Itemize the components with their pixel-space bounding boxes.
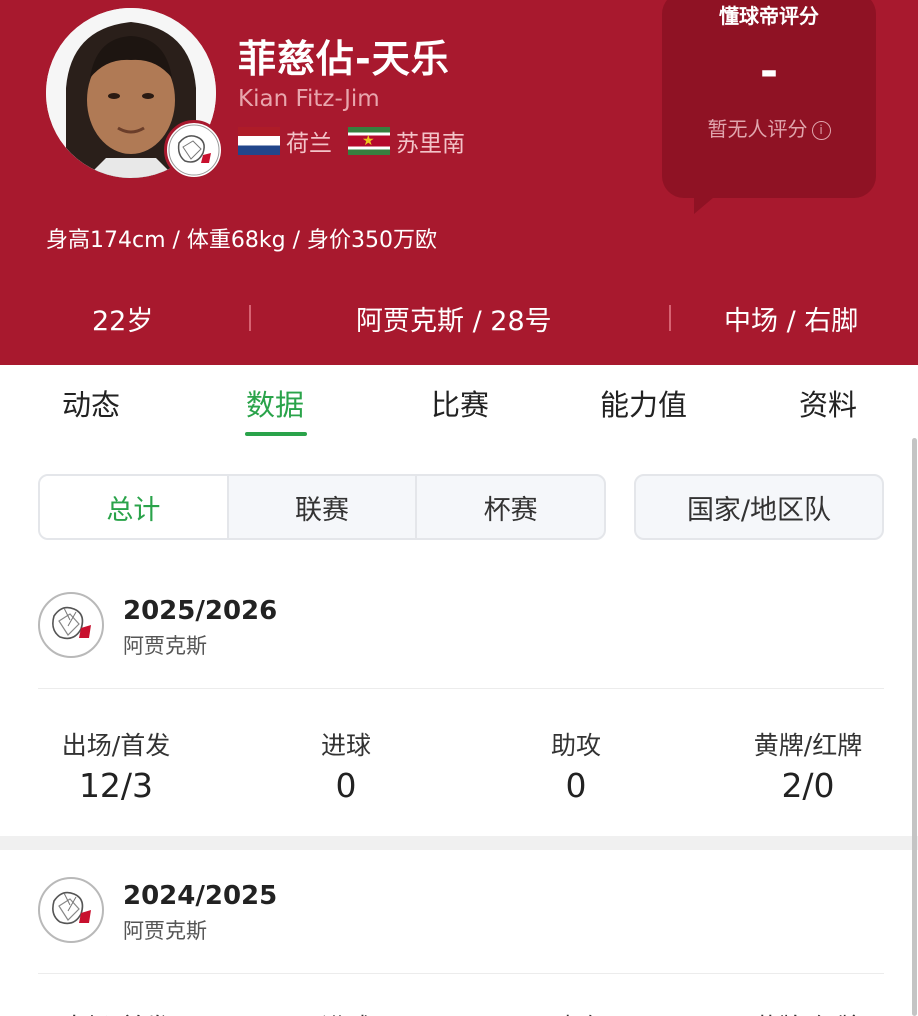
info-icon[interactable]: i bbox=[811, 121, 831, 140]
ajax-logo-icon bbox=[38, 592, 104, 658]
stat-value-assists: 0 bbox=[565, 766, 587, 805]
player-physical-info: 身高174cm / 体重68kg / 身价350万欧 bbox=[46, 228, 438, 253]
nationality-label: 苏里南 bbox=[396, 131, 465, 157]
stat-label-assists: 助攻 bbox=[550, 731, 601, 760]
nationalities: 荷兰 苏里南 bbox=[238, 124, 481, 158]
filter-national-team[interactable]: 国家/地区队 bbox=[634, 474, 884, 540]
season-club: 阿贾克斯 bbox=[123, 634, 207, 658]
player-club-number[interactable]: 阿贾克斯 / 28号 bbox=[356, 299, 552, 338]
rating-card[interactable] bbox=[662, 0, 876, 198]
season-year: 2025/2026 bbox=[123, 596, 278, 626]
tab-ability[interactable]: 能力值 bbox=[600, 382, 687, 424]
season-card[interactable]: 2025/2026 阿贾克斯 出场/首发 12/3 进球 0 助攻 0 黄牌/红… bbox=[0, 560, 918, 836]
competition-filter: 总计 联赛 杯赛 bbox=[38, 474, 606, 540]
ajax-badge-icon bbox=[164, 120, 224, 180]
season-club: 阿贾克斯 bbox=[123, 919, 207, 943]
rating-note[interactable]: 暂无人评分 i bbox=[662, 113, 876, 142]
section-gap bbox=[0, 836, 918, 850]
player-meta-row: 22岁 阿贾克斯 / 28号 中场 / 右脚 bbox=[0, 295, 918, 341]
player-name-cn: 菲慈佔-天乐 bbox=[238, 37, 450, 81]
netherlands-flag-icon bbox=[238, 127, 280, 155]
tab-feed[interactable]: 动态 bbox=[62, 382, 120, 424]
rating-value: - bbox=[759, 46, 779, 97]
tab-profile[interactable]: 资料 bbox=[799, 382, 857, 424]
nationality-label: 荷兰 bbox=[286, 131, 332, 157]
rating-title: 懂球帝评分 bbox=[719, 4, 819, 28]
stat-label-cards: 黄牌/红牌 bbox=[753, 731, 863, 760]
profile-tabs: 动态 数据 比赛 能力值 资料 bbox=[0, 365, 918, 439]
stat-label-goals: 进球 bbox=[320, 731, 371, 760]
season-divider bbox=[38, 973, 884, 974]
scrollbar[interactable] bbox=[912, 438, 917, 1016]
player-header: 菲慈佔-天乐 Kian Fitz-Jim 荷兰 苏里南 懂球帝评分 - 暂无人评… bbox=[0, 0, 918, 365]
active-tab-indicator bbox=[245, 432, 307, 436]
stat-label-goals: 进球 bbox=[246, 1008, 446, 1016]
meta-divider bbox=[249, 305, 251, 331]
stat-label-cards: 黄牌/红牌 bbox=[708, 1008, 908, 1016]
suriname-flag-icon bbox=[348, 127, 390, 155]
stat-value-cards: 2/0 bbox=[781, 766, 835, 805]
stat-value-appearances: 12/3 bbox=[78, 766, 154, 805]
season-divider bbox=[38, 688, 884, 689]
stat-value-goals: 0 bbox=[335, 766, 357, 805]
season-card[interactable]: 2024/2025 阿贾克斯 出场/首发 进球 助攻 黄牌/红牌 bbox=[0, 850, 918, 1016]
ajax-logo-icon bbox=[38, 877, 104, 943]
tab-matches[interactable]: 比赛 bbox=[431, 382, 489, 424]
player-name-en: Kian Fitz-Jim bbox=[238, 86, 380, 112]
meta-divider bbox=[669, 305, 671, 331]
filter-total[interactable]: 总计 bbox=[40, 476, 229, 538]
tab-data[interactable]: 数据 bbox=[246, 382, 304, 424]
stat-label-assists: 助攻 bbox=[476, 1008, 676, 1016]
player-avatar-wrap bbox=[46, 8, 224, 180]
player-age: 22岁 bbox=[92, 306, 154, 337]
rating-note-text: 暂无人评分 bbox=[707, 117, 808, 141]
rating-card-tail bbox=[694, 192, 720, 214]
filter-league[interactable]: 联赛 bbox=[229, 476, 418, 538]
filter-cup[interactable]: 杯赛 bbox=[417, 476, 604, 538]
season-year: 2024/2025 bbox=[123, 881, 278, 911]
player-position-foot: 中场 / 右脚 bbox=[724, 306, 859, 337]
stat-label-appearances: 出场/首发 bbox=[61, 731, 171, 760]
player-profile-page: 菲慈佔-天乐 Kian Fitz-Jim 荷兰 苏里南 懂球帝评分 - 暂无人评… bbox=[0, 0, 918, 1016]
stat-label-appearances: 出场/首发 bbox=[16, 1008, 216, 1016]
